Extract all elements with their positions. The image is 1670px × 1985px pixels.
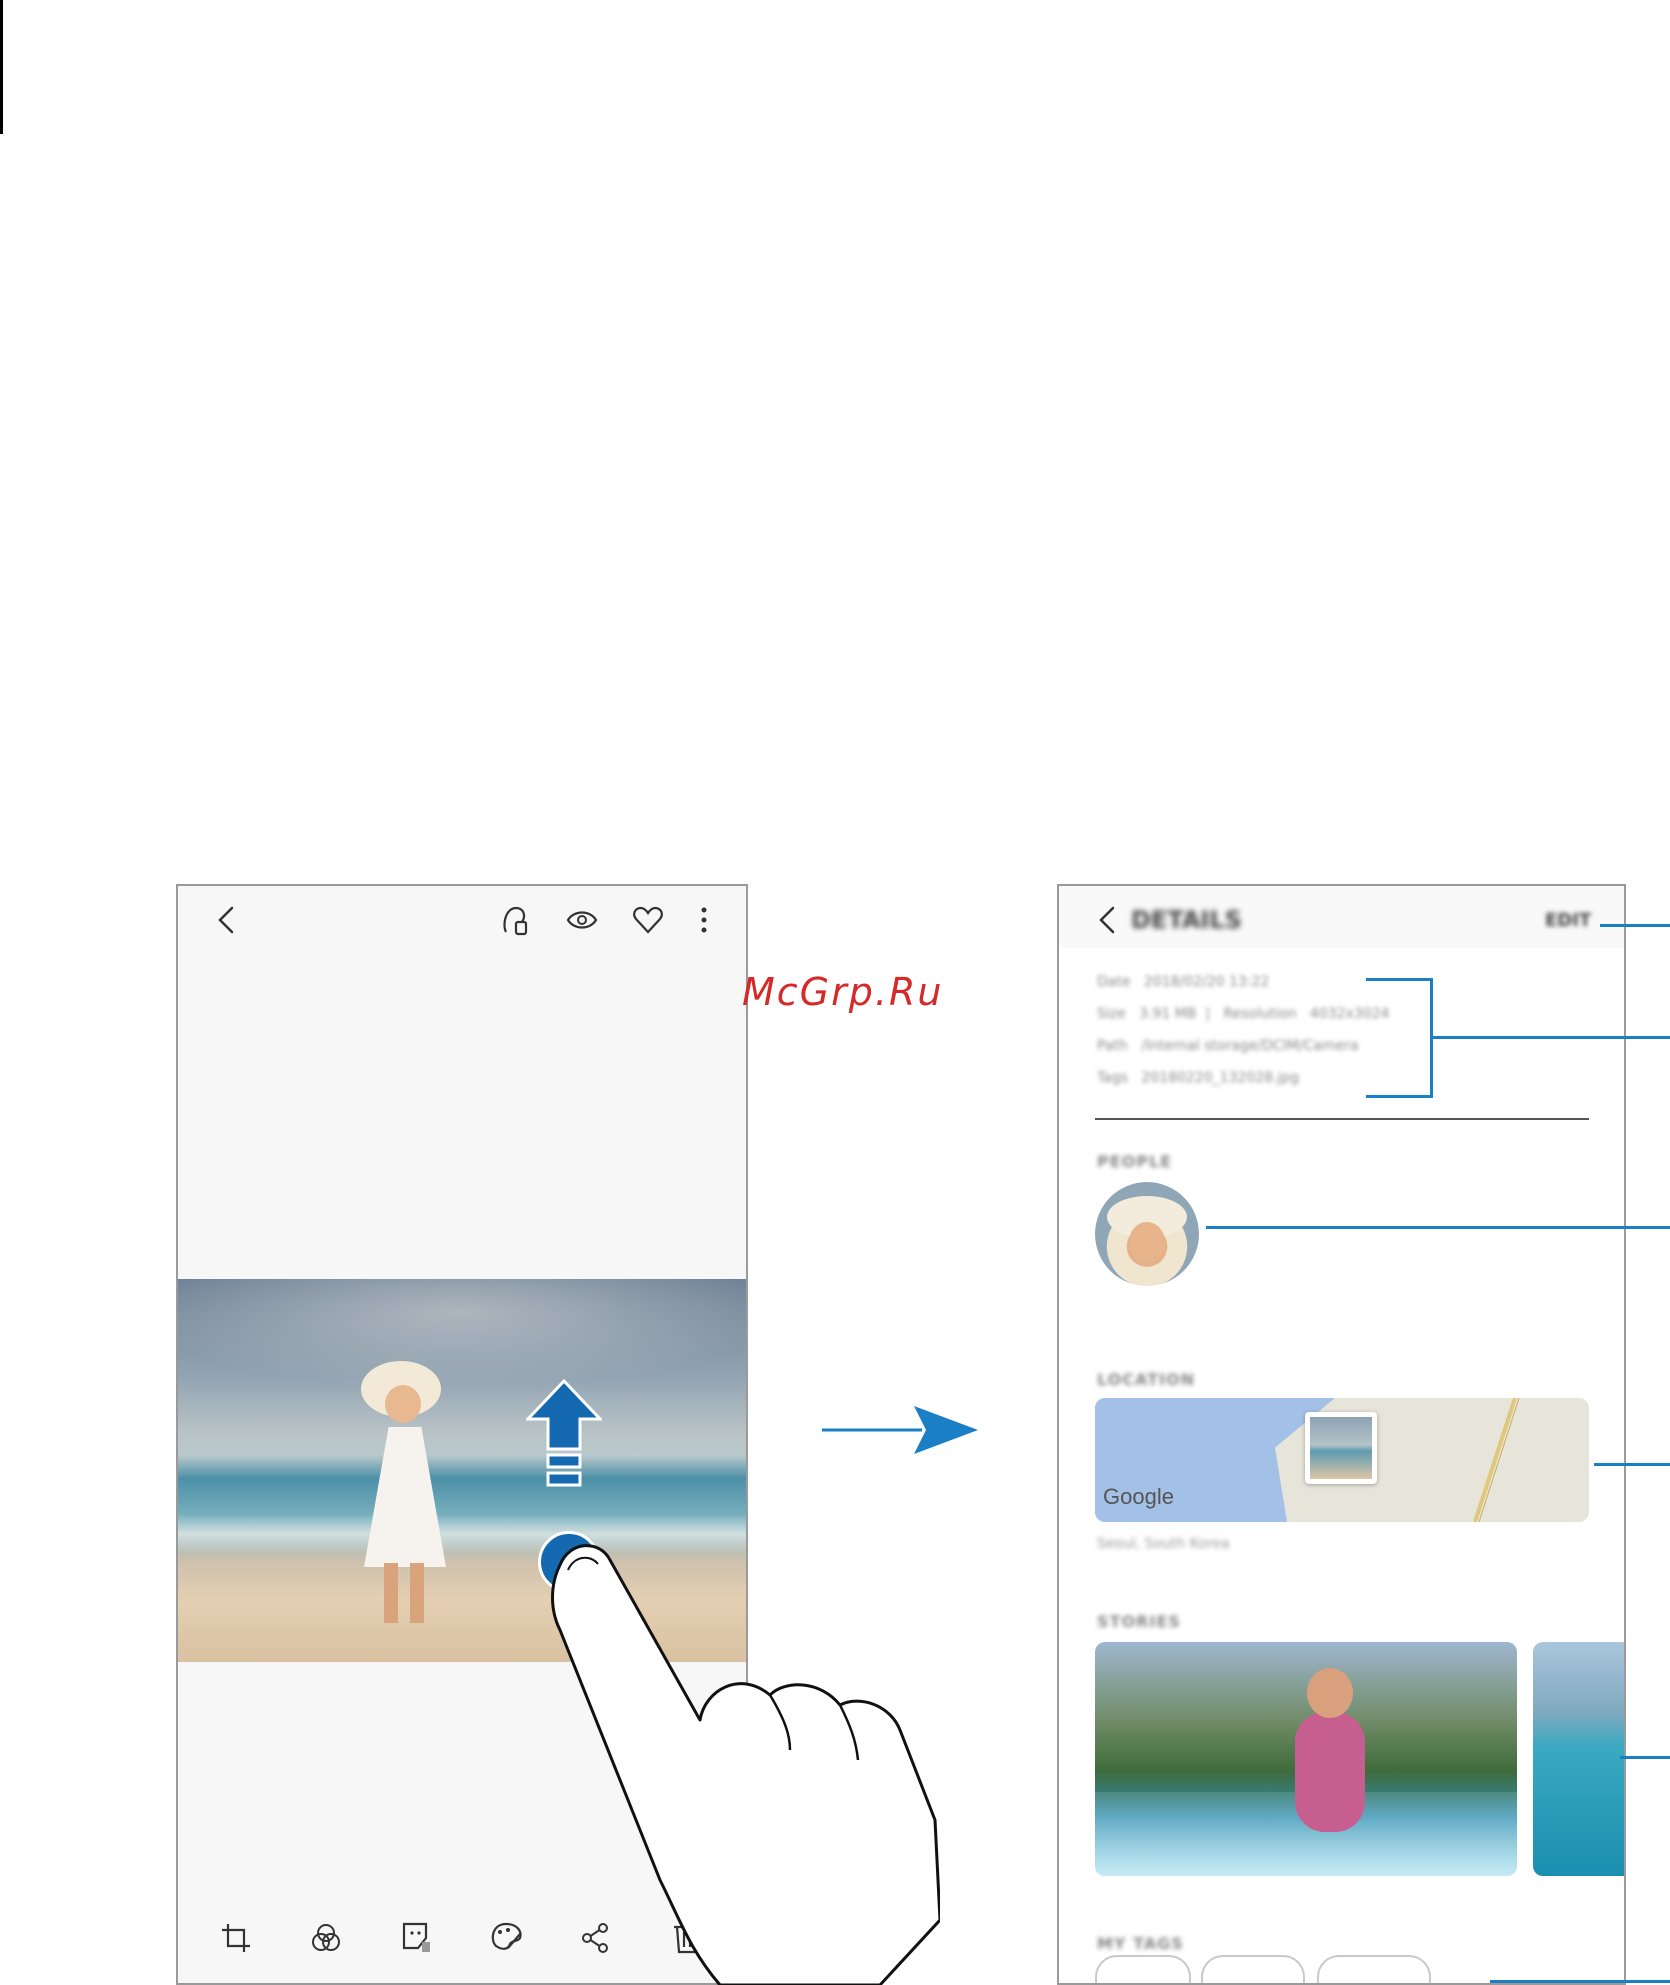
location-address: Seoul, South Korea bbox=[1097, 1536, 1230, 1552]
filter-icon[interactable] bbox=[310, 1922, 342, 1954]
sticker-icon[interactable] bbox=[400, 1920, 434, 1954]
callout-line-edit bbox=[1600, 924, 1670, 927]
section-my-tags: MY TAGS bbox=[1097, 1934, 1184, 1953]
callout-line-location bbox=[1594, 1463, 1670, 1466]
paint-icon[interactable] bbox=[488, 1920, 524, 1954]
page-edge-mark bbox=[0, 0, 3, 134]
crop-icon[interactable] bbox=[220, 1922, 252, 1954]
story-card-pool[interactable] bbox=[1095, 1642, 1517, 1876]
map-photo-pin[interactable] bbox=[1305, 1412, 1377, 1484]
info-value: 2018/02/20 13:22 bbox=[1143, 974, 1270, 990]
info-value: 20180220_132028.jpg bbox=[1141, 1070, 1300, 1086]
tag-chip[interactable] bbox=[1317, 1955, 1431, 1983]
girl-legs bbox=[384, 1563, 424, 1623]
info-divider bbox=[1095, 1118, 1589, 1120]
info-value: /Internal storage/DCIM/Camera bbox=[1141, 1038, 1359, 1054]
section-people: PEOPLE bbox=[1097, 1152, 1173, 1171]
info-label: Size bbox=[1097, 1006, 1126, 1022]
details-title: DETAILS bbox=[1131, 906, 1242, 934]
info-row-size: Size 3.91 MB | Resolution 4032x3024 bbox=[1097, 1006, 1390, 1022]
story-card-sea[interactable] bbox=[1533, 1642, 1624, 1876]
details-back-icon[interactable] bbox=[1093, 904, 1123, 936]
girl-head bbox=[385, 1385, 421, 1423]
watermark: McGrp.Ru bbox=[742, 970, 944, 1014]
info-row-path: Path /Internal storage/DCIM/Camera bbox=[1097, 1038, 1359, 1054]
tag-chip[interactable] bbox=[1201, 1955, 1305, 1983]
section-location: LOCATION bbox=[1097, 1370, 1195, 1389]
callout-line-stories bbox=[1620, 1756, 1670, 1759]
bixby-vision-icon[interactable] bbox=[498, 902, 534, 938]
back-icon[interactable] bbox=[212, 904, 242, 936]
info-label: Tags bbox=[1097, 1070, 1128, 1086]
map-road bbox=[1473, 1398, 1520, 1522]
swipe-up-arrow bbox=[526, 1379, 602, 1487]
story-person bbox=[1295, 1712, 1365, 1832]
callout-line-tags bbox=[1490, 1980, 1670, 1983]
finger-swipe-hand bbox=[551, 1544, 940, 1985]
info-value: 3.91 MB bbox=[1139, 1006, 1197, 1022]
info-value: 4032x3024 bbox=[1309, 1006, 1390, 1022]
view-icon[interactable] bbox=[564, 906, 600, 934]
location-map[interactable]: Google bbox=[1095, 1398, 1589, 1522]
photo-clouds bbox=[178, 1279, 746, 1389]
girl-dress bbox=[364, 1427, 446, 1567]
info-row-date: Date 2018/02/20 13:22 bbox=[1097, 974, 1269, 990]
map-pin-thumbnail bbox=[1310, 1417, 1372, 1479]
details-screen: DETAILS EDIT Date 2018/02/20 13:22 Size … bbox=[1057, 884, 1626, 1985]
info-row-tags: Tags 20180220_132028.jpg bbox=[1097, 1070, 1299, 1086]
callout-line-info bbox=[1430, 1036, 1670, 1039]
info-label: Resolution bbox=[1223, 1006, 1297, 1022]
section-stories: STORIES bbox=[1097, 1612, 1181, 1631]
callout-bracket-info bbox=[1366, 1095, 1432, 1098]
transition-arrow bbox=[822, 1406, 978, 1454]
callout-bracket-info bbox=[1366, 978, 1432, 981]
info-label: Path bbox=[1097, 1038, 1128, 1054]
story-person-head bbox=[1307, 1668, 1353, 1718]
callout-line-people bbox=[1206, 1226, 1670, 1229]
avatar-face bbox=[1129, 1222, 1165, 1262]
person-avatar[interactable] bbox=[1095, 1182, 1199, 1286]
favorite-icon[interactable] bbox=[632, 904, 664, 936]
tag-chip[interactable] bbox=[1095, 1955, 1191, 1983]
map-brand-label: Google bbox=[1103, 1484, 1174, 1509]
more-options-icon[interactable] bbox=[698, 904, 710, 936]
info-label: Date bbox=[1097, 974, 1131, 990]
edit-button[interactable]: EDIT bbox=[1545, 910, 1591, 931]
